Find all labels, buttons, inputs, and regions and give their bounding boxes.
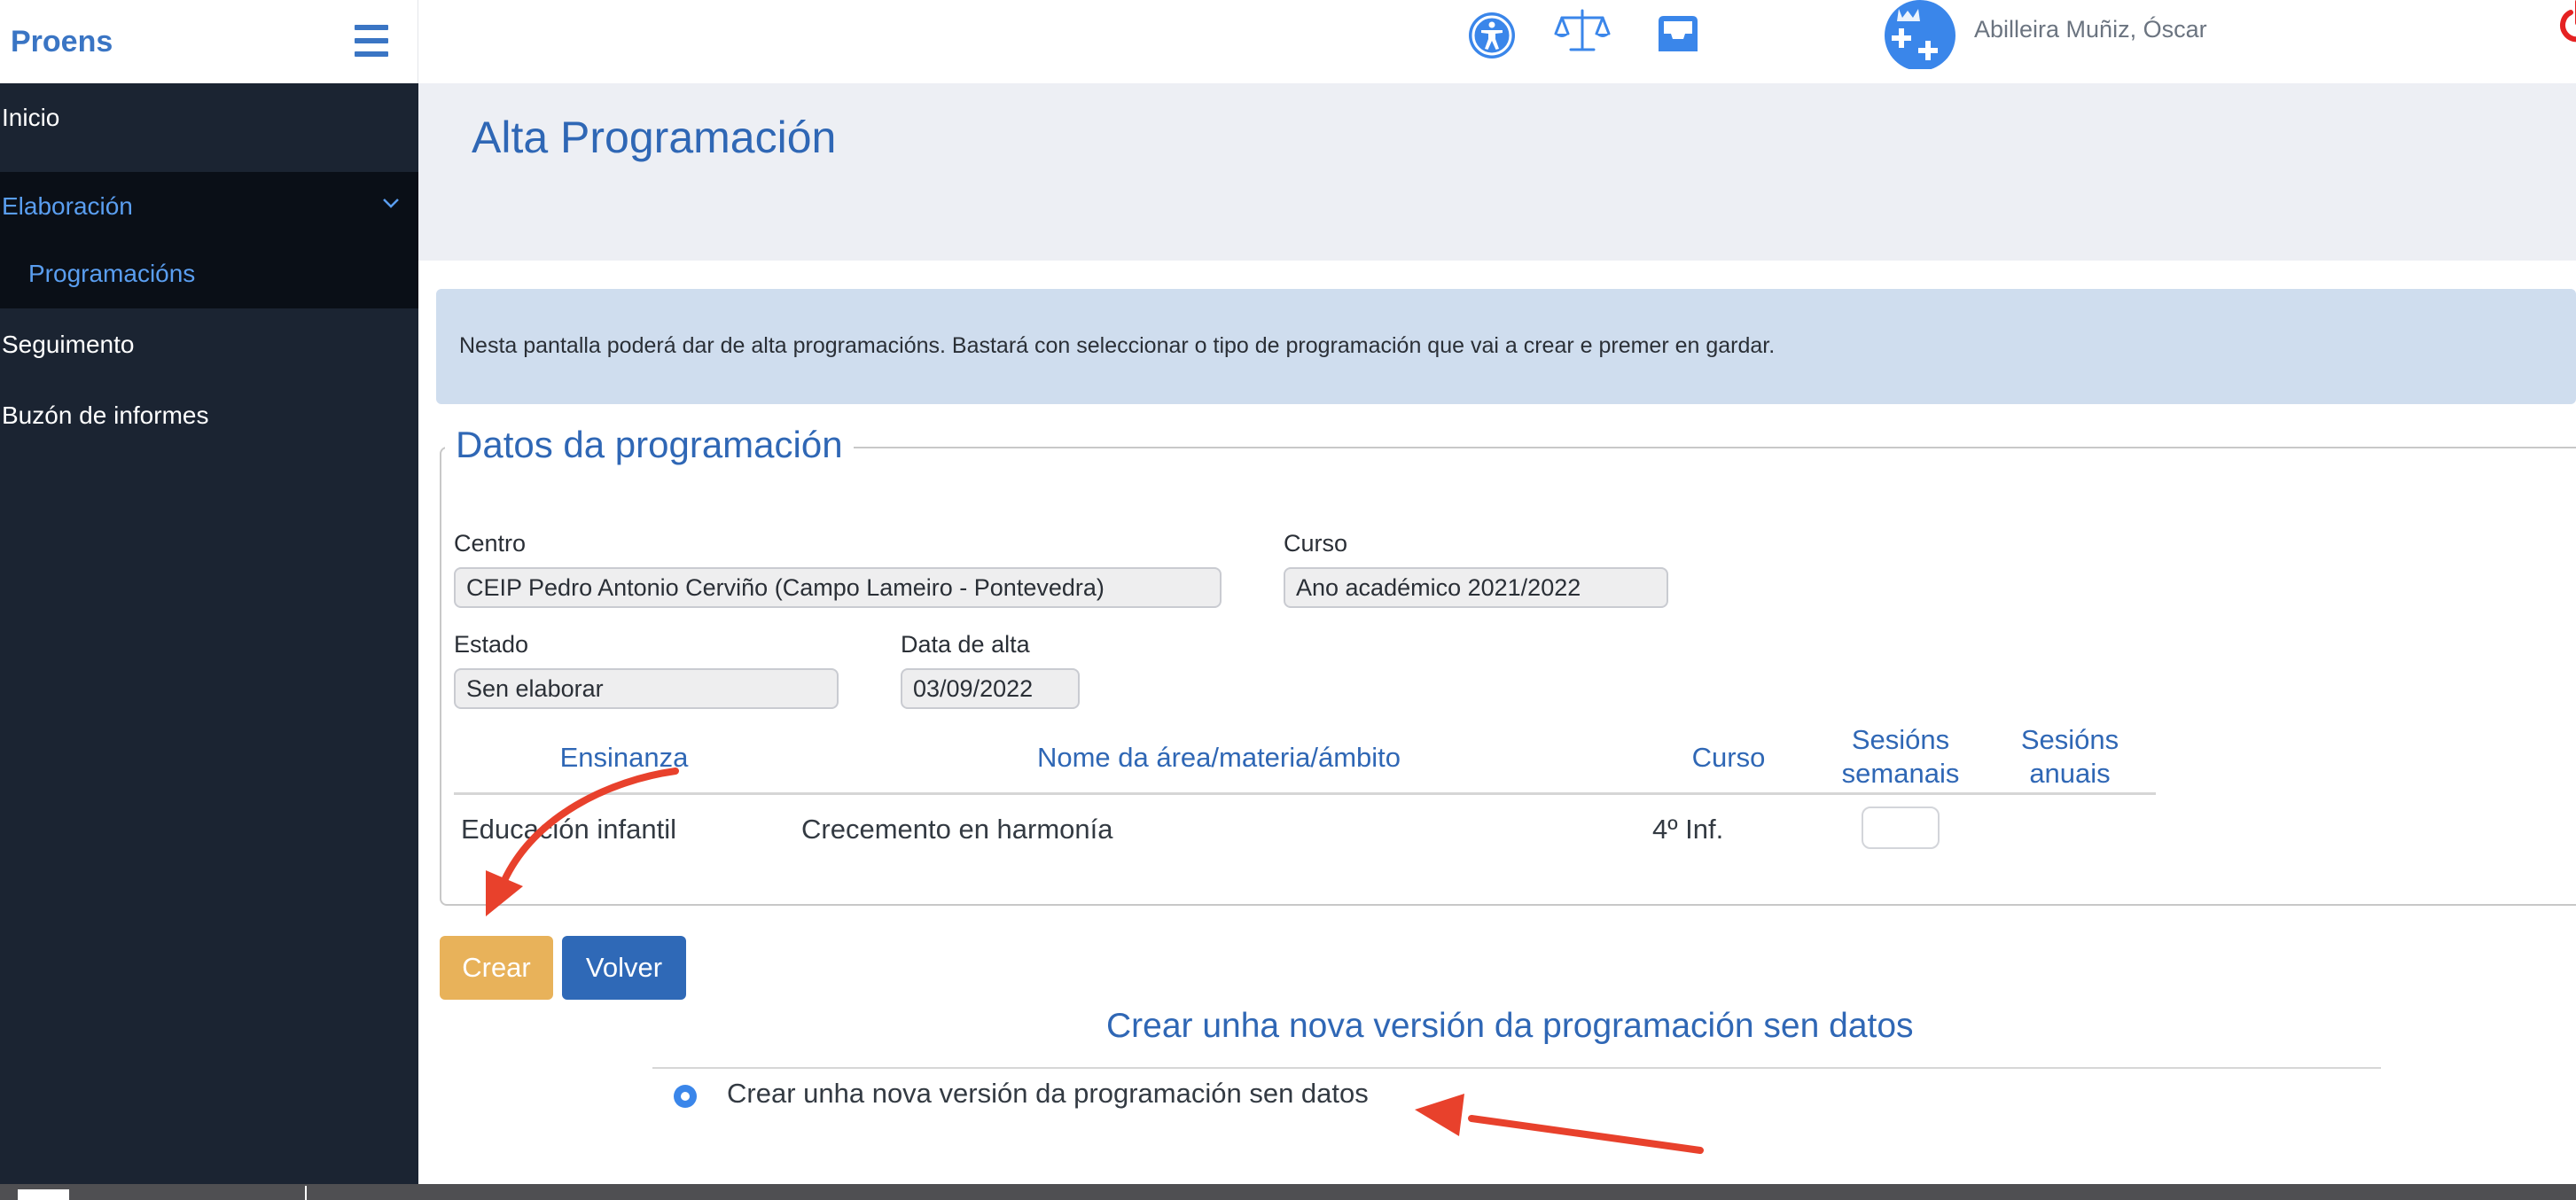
bottom-taskbar xyxy=(0,1184,2576,1200)
data-alta-field: 03/09/2022 xyxy=(901,668,1080,709)
form-legend: Datos da programación xyxy=(445,424,854,466)
th-curso: Curso xyxy=(1691,742,1766,773)
crear-button[interactable]: Crear xyxy=(440,936,553,1000)
sidebar-item-seguimento[interactable]: Seguimento xyxy=(0,310,418,379)
sidebar-item-programacions[interactable]: Programacións xyxy=(0,239,418,308)
table-header-divider xyxy=(454,792,2156,795)
taskbar-separator xyxy=(305,1186,307,1200)
version-radio-label[interactable]: Crear unha nova versión da programación … xyxy=(727,1078,1369,1110)
th-sesions-anuais: Sesións anuais xyxy=(2003,723,2136,791)
info-text: Nesta pantalla poderá dar de alta progra… xyxy=(459,333,1776,358)
hamburger-menu-icon[interactable] xyxy=(355,25,388,57)
version-section-title: Crear unha nova versión da programación … xyxy=(1106,1007,1914,1045)
estado-field: Sen elaborar xyxy=(454,668,839,709)
th-sesions-semanais: Sesións semanais xyxy=(1826,723,1975,791)
sidebar: Inicio Elaboración Programacións Seguime… xyxy=(0,83,418,1184)
th-sesions-semanais-line1: Sesións xyxy=(1851,724,1950,755)
page-title: Alta Programación xyxy=(472,113,837,162)
inbox-icon[interactable] xyxy=(1653,9,1703,58)
info-alert: Nesta pantalla poderá dar de alta progra… xyxy=(436,289,2576,404)
estado-label: Estado xyxy=(454,631,529,658)
brand-logo-text[interactable]: Proens xyxy=(11,25,113,59)
page-header: Alta Programación xyxy=(418,83,2576,261)
centro-label: Centro xyxy=(454,530,527,557)
curso-label: Curso xyxy=(1284,530,1348,557)
cell-nome-area: Crecemento en harmonía xyxy=(801,814,1113,845)
xunta-avatar-icon[interactable] xyxy=(1883,0,1955,69)
user-name[interactable]: Abilleira Muñiz, Óscar xyxy=(1974,16,2207,43)
chevron-down-icon[interactable] xyxy=(381,193,401,213)
version-section-divider xyxy=(652,1067,2381,1069)
th-nome-area: Nome da área/materia/ámbito xyxy=(1036,742,1401,773)
cell-ensinanza: Educación infantil xyxy=(461,814,676,845)
th-sesions-anuais-line1: Sesións xyxy=(2020,724,2119,755)
brand-area: Proens xyxy=(0,0,418,83)
cell-curso: 4º Inf. xyxy=(1652,814,1724,845)
th-sesions-semanais-line2: semanais xyxy=(1841,758,1960,789)
top-bar: Abilleira Muñiz, Óscar xyxy=(418,0,2576,83)
taskbar-app-icon[interactable] xyxy=(18,1189,69,1200)
sesions-semanais-input[interactable] xyxy=(1862,806,1940,849)
sidebar-item-elaboracion[interactable]: Elaboración xyxy=(0,172,418,241)
data-alta-label: Data de alta xyxy=(901,631,1030,658)
th-sesions-anuais-line2: anuais xyxy=(2029,758,2111,789)
sidebar-item-buzon[interactable]: Buzón de informes xyxy=(0,381,418,450)
annotation-arrow-to-radio xyxy=(1415,1094,1704,1154)
accessibility-icon[interactable] xyxy=(1467,11,1517,60)
sidebar-item-inicio[interactable]: Inicio xyxy=(0,83,418,152)
curso-field: Ano académico 2021/2022 xyxy=(1284,567,1668,608)
centro-field: CEIP Pedro Antonio Cerviño (Campo Lameir… xyxy=(454,567,1222,608)
power-icon[interactable] xyxy=(2548,0,2576,53)
th-ensinanza: Ensinanza xyxy=(559,742,689,773)
version-radio[interactable] xyxy=(674,1085,697,1108)
scales-icon[interactable] xyxy=(1553,5,1612,55)
volver-button[interactable]: Volver xyxy=(562,936,686,1000)
